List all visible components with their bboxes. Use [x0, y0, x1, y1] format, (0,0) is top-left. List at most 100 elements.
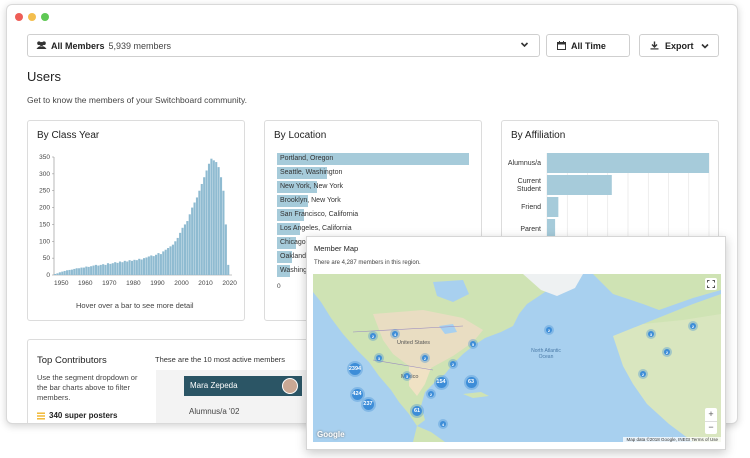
class-year-bar[interactable] — [181, 227, 184, 275]
class-year-bar[interactable] — [73, 268, 76, 275]
class-year-bar[interactable] — [224, 224, 227, 275]
class-year-bar[interactable] — [102, 264, 105, 275]
class-year-bar[interactable] — [152, 256, 155, 275]
class-year-bar[interactable] — [174, 241, 177, 275]
class-year-bar[interactable] — [106, 263, 110, 275]
location-bar[interactable]: Seattle, Washington — [277, 167, 469, 179]
class-year-bar[interactable] — [123, 260, 126, 275]
class-year-bar[interactable] — [143, 258, 146, 275]
map-cluster-marker[interactable]: 3 — [376, 355, 382, 361]
segment-dropdown[interactable]: All Members 5,939 members — [27, 34, 540, 57]
map-cluster-marker[interactable]: 2 — [370, 333, 376, 339]
minimize-window-button[interactable] — [28, 13, 36, 21]
class-year-bar[interactable] — [167, 248, 170, 275]
zoom-out-button[interactable]: − — [705, 421, 717, 434]
map-cluster-marker[interactable]: 424 — [351, 388, 363, 400]
class-year-bar[interactable] — [66, 270, 69, 275]
top-contributor-row[interactable]: Mara Zepeda — [184, 376, 302, 396]
class-year-bar[interactable] — [207, 163, 211, 275]
class-year-bar[interactable] — [130, 260, 134, 275]
affiliation-bar[interactable] — [547, 175, 612, 195]
map-cluster-marker[interactable]: 3 — [648, 331, 654, 337]
map-cluster-marker[interactable]: 61 — [412, 406, 422, 416]
class-year-bar[interactable] — [222, 190, 225, 275]
super-posters[interactable]: 340 super posters — [37, 411, 117, 420]
location-bar[interactable]: Portland, Oregon — [277, 153, 469, 165]
class-year-bar[interactable] — [198, 190, 201, 275]
map-cluster-marker[interactable]: 154 — [435, 376, 447, 388]
zoom-in-button[interactable]: + — [705, 408, 717, 421]
class-year-bar[interactable] — [159, 254, 162, 275]
class-year-bar[interactable] — [80, 267, 83, 275]
class-year-bar[interactable] — [205, 170, 208, 275]
class-year-bar[interactable] — [75, 268, 78, 275]
class-year-bar[interactable] — [116, 262, 119, 275]
close-window-button[interactable] — [15, 13, 23, 21]
map-cluster-marker[interactable]: 2 — [690, 323, 696, 329]
class-year-bar[interactable] — [118, 261, 122, 275]
class-year-bar[interactable] — [210, 158, 213, 275]
class-year-bar[interactable] — [227, 264, 230, 275]
class-year-bar[interactable] — [171, 244, 174, 275]
map-view[interactable]: United States Mexico North Atlantic Ocea… — [313, 274, 721, 442]
time-range-button[interactable]: All Time — [546, 34, 630, 57]
map-cluster-marker[interactable]: 2 — [450, 361, 456, 367]
class-year-bar[interactable] — [155, 254, 158, 275]
class-year-bar[interactable] — [85, 266, 88, 275]
class-year-bar[interactable] — [82, 267, 85, 275]
class-year-bar[interactable] — [104, 264, 107, 275]
map-cluster-marker[interactable]: 237 — [362, 398, 374, 410]
class-year-bar[interactable] — [164, 249, 167, 275]
class-year-bar[interactable] — [135, 260, 138, 275]
class-year-bar[interactable] — [200, 183, 203, 275]
map-cluster-marker[interactable]: 2 — [422, 355, 428, 361]
class-year-bar[interactable] — [140, 259, 143, 275]
class-year-bar[interactable] — [94, 264, 97, 275]
class-year-bar[interactable] — [145, 257, 148, 275]
class-year-bar[interactable] — [126, 261, 129, 275]
map-cluster-marker[interactable]: 2 — [664, 349, 670, 355]
location-bar[interactable]: Brooklyn, New York — [277, 195, 469, 207]
affiliation-bar[interactable] — [547, 153, 709, 173]
class-year-bar[interactable] — [162, 251, 165, 275]
class-year-bar[interactable] — [186, 221, 189, 275]
class-year-bar[interactable] — [176, 237, 179, 275]
map-cluster-marker[interactable]: 4 — [440, 421, 446, 427]
class-year-bar[interactable] — [68, 269, 71, 275]
class-year-bar[interactable] — [217, 167, 220, 275]
class-year-bar[interactable] — [203, 177, 206, 275]
class-year-bar[interactable] — [212, 160, 215, 275]
class-year-bar[interactable] — [215, 162, 218, 275]
avatar[interactable] — [282, 378, 298, 394]
class-year-bar[interactable] — [133, 259, 136, 275]
class-year-bar[interactable] — [114, 262, 117, 275]
class-year-bar[interactable] — [191, 207, 194, 275]
map-cluster-marker[interactable]: 2 — [546, 327, 552, 333]
class-year-bar[interactable] — [90, 266, 93, 275]
affiliation-bar[interactable] — [547, 197, 559, 217]
class-year-bar[interactable] — [87, 266, 90, 275]
class-year-bar[interactable] — [92, 265, 95, 275]
class-year-bar[interactable] — [99, 264, 102, 275]
class-year-bar[interactable] — [58, 272, 61, 275]
map-cluster-marker[interactable]: 3 — [404, 373, 410, 379]
map-cluster-marker[interactable]: 4 — [392, 331, 398, 337]
export-button[interactable]: Export — [639, 34, 719, 57]
class-year-bar[interactable] — [97, 265, 100, 275]
location-bar[interactable]: Los Angeles, California — [277, 223, 469, 235]
fullscreen-button[interactable] — [705, 278, 717, 290]
class-year-bar[interactable] — [56, 273, 59, 275]
map-cluster-marker[interactable]: 2394 — [349, 363, 361, 375]
class-year-bar[interactable] — [193, 202, 196, 275]
class-year-chart[interactable]: 350 300 250 200 150 100 50 0 1950 1960 1970 1980 19… — [32, 149, 242, 299]
class-year-bar[interactable] — [138, 258, 141, 275]
class-year-bar[interactable] — [61, 271, 64, 275]
class-year-bar[interactable] — [111, 263, 114, 275]
location-bar[interactable]: New York, New York — [277, 181, 469, 193]
class-year-bar[interactable] — [63, 270, 66, 275]
class-year-bar[interactable] — [157, 253, 160, 275]
class-year-bar[interactable] — [147, 256, 150, 275]
map-cluster-marker[interactable]: 2 — [428, 391, 434, 397]
class-year-bar[interactable] — [179, 232, 182, 275]
class-year-bar[interactable] — [54, 273, 57, 275]
